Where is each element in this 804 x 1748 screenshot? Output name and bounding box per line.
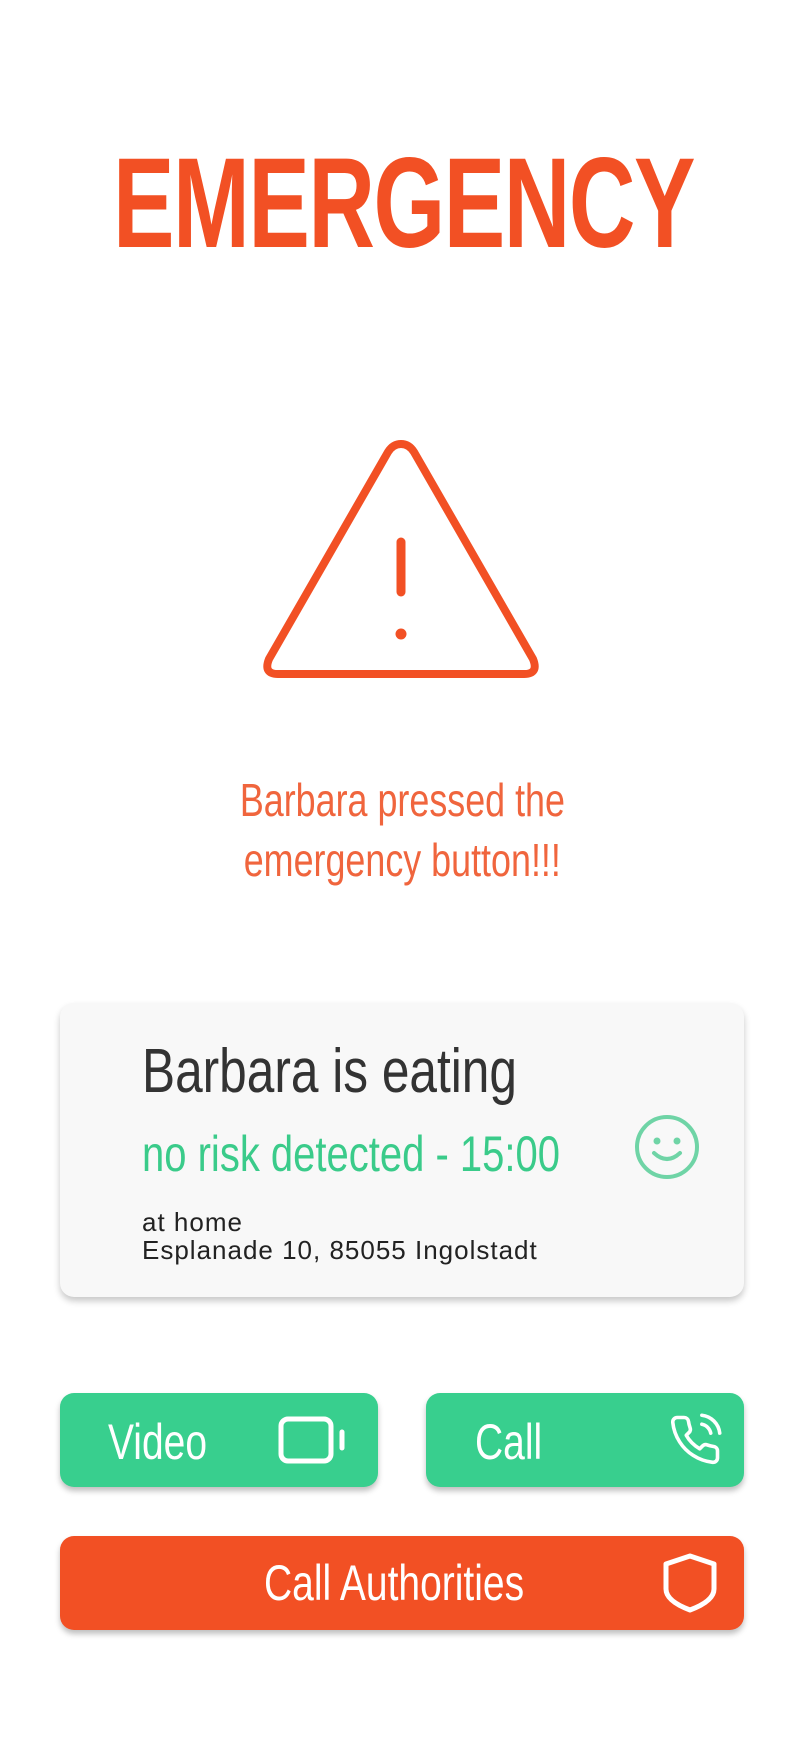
location-label: at home	[142, 1207, 243, 1237]
status-card: Barbara is eating no risk detected - 15:…	[60, 1003, 744, 1297]
risk-status: no risk detected - 15:00	[142, 1126, 561, 1182]
smiley-icon	[635, 1115, 699, 1179]
activity-title: Barbara is eating	[142, 1037, 517, 1106]
video-button-label: Video	[108, 1414, 208, 1470]
location-address: Esplanade 10, 85055 Ingolstadt	[142, 1235, 538, 1265]
video-camera-icon	[278, 1416, 345, 1464]
warning-triangle-icon	[263, 440, 539, 678]
phone-call-icon	[670, 1413, 722, 1465]
shield-icon	[663, 1553, 717, 1613]
call-authorities-button[interactable]: Call Authorities	[60, 1536, 744, 1630]
page-title: EMERGENCY	[0, 140, 804, 268]
emergency-message: Barbara pressed the emergency button!!!	[0, 770, 804, 890]
call-authorities-label: Call Authorities	[264, 1555, 525, 1611]
video-button[interactable]: Video	[60, 1393, 378, 1487]
page-title-text: EMERGENCY	[112, 132, 695, 275]
call-button[interactable]: Call	[426, 1393, 744, 1487]
emergency-message-line2: emergency button!!!	[243, 834, 561, 886]
emergency-message-line1: Barbara pressed the	[239, 774, 565, 826]
location-block: at home Esplanade 10, 85055 Ingolstadt	[142, 1208, 538, 1264]
call-button-label: Call	[475, 1414, 543, 1470]
